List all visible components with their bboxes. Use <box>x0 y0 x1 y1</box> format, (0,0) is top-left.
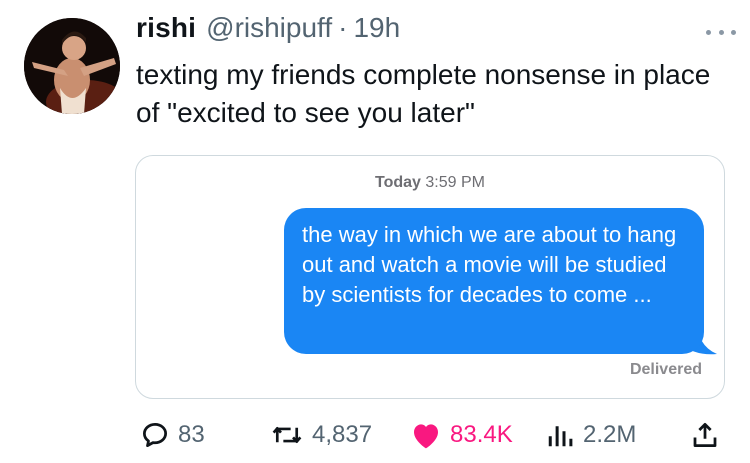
retweet-icon <box>272 426 302 444</box>
views-icon <box>548 426 573 447</box>
share-icon <box>693 423 717 447</box>
delivery-status: Delivered <box>629 361 702 378</box>
message-timestamp-day: Today <box>375 174 421 191</box>
more-horizontal-icon[interactable] <box>706 26 736 38</box>
reply-icon <box>143 423 167 447</box>
like-count: 83.4K <box>450 421 513 448</box>
retweet-button[interactable]: 4,837 <box>270 418 372 452</box>
message-bubble: the way in which we are about to hang ou… <box>284 208 704 354</box>
views-button[interactable]: 2.2M <box>545 418 636 452</box>
like-button[interactable]: 83.4K <box>410 418 513 452</box>
tweet-header: rishi @rishipuff · 19h <box>136 12 400 52</box>
reply-button[interactable]: 83 <box>140 418 205 452</box>
separator-dot: · <box>338 12 348 43</box>
heart-icon <box>414 424 438 449</box>
avatar-image <box>24 18 120 114</box>
user-handle[interactable]: @rishipuff <box>206 12 332 44</box>
display-name[interactable]: rishi <box>136 12 196 44</box>
retweet-count: 4,837 <box>312 421 373 448</box>
share-button[interactable] <box>690 418 720 452</box>
message-timestamp-time: 3:59 PM <box>425 174 485 191</box>
views-count: 2.2M <box>583 421 637 448</box>
avatar[interactable] <box>24 18 120 114</box>
tweet-text: texting my friends complete nonsense in … <box>136 59 711 128</box>
reply-count: 83 <box>178 421 205 448</box>
tweet-timestamp[interactable]: 19h <box>353 12 400 44</box>
tweet-actions: 83 4,837 83.4K 2.2M <box>0 418 750 452</box>
message-timestamp: Today 3:59 PM <box>136 174 724 192</box>
media-card[interactable]: Today 3:59 PM the way in which we are ab… <box>135 155 725 399</box>
